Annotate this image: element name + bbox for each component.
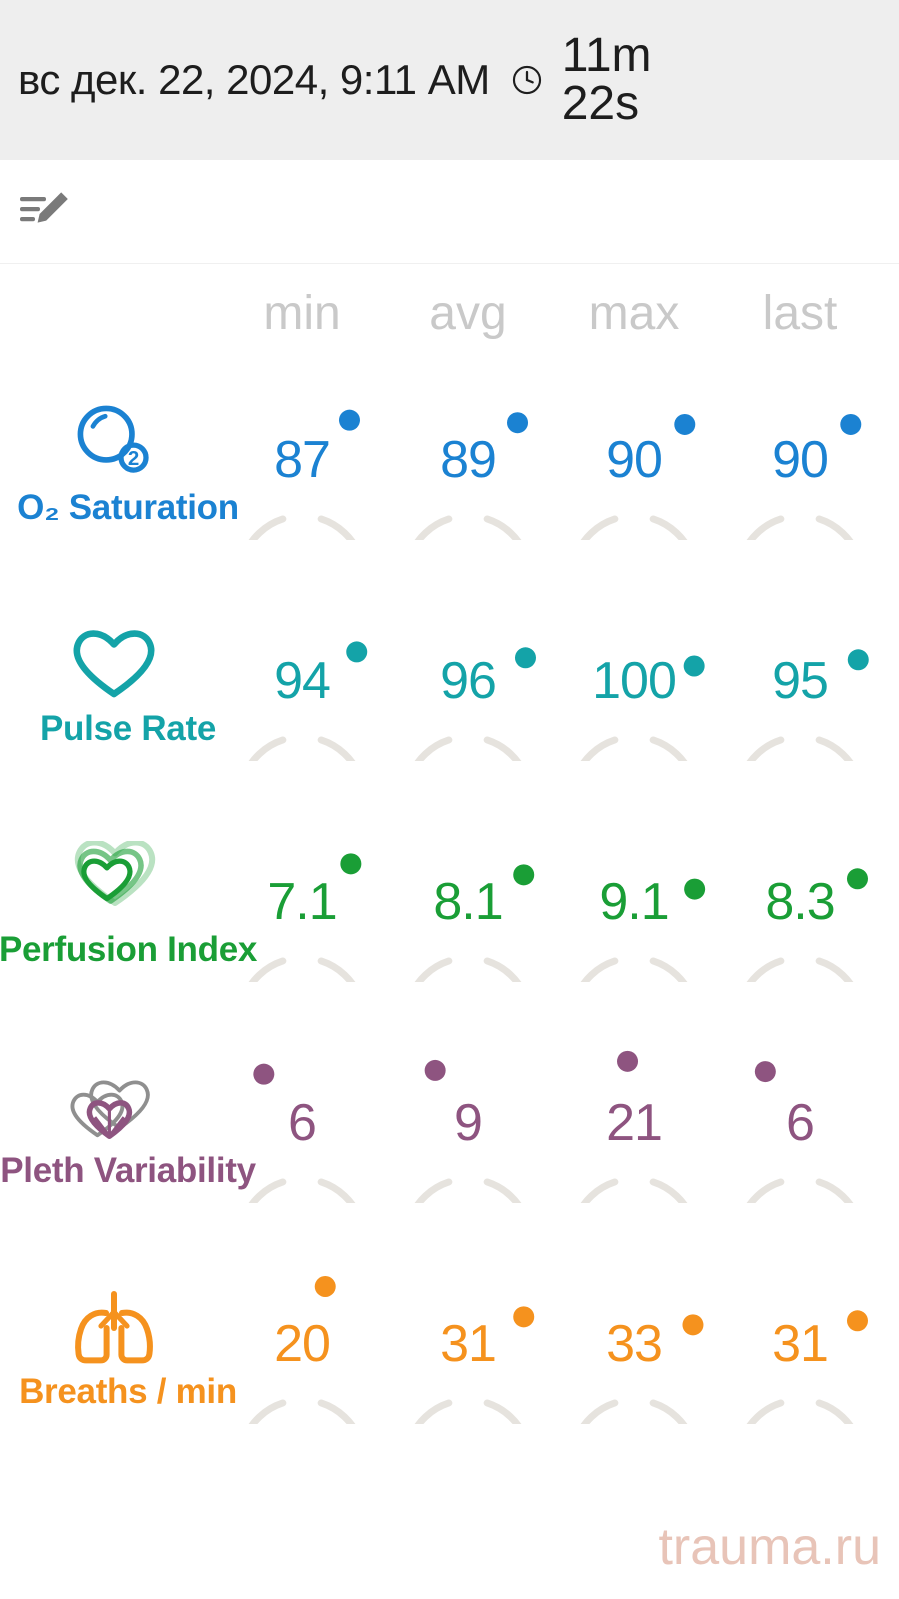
metric-gauge[interactable]: 94 [222,601,382,761]
metric-value: 100 [592,652,677,710]
metric-gauge[interactable]: 20 [222,1264,382,1424]
lungs-icon [68,1282,160,1368]
metric-value: 9.1 [599,873,669,931]
metric-value: 90 [772,431,829,489]
session-summary-screen: вс дек. 22, 2024, 9:11 AM 11m 22s min avg… [0,0,899,1599]
metric-value: 89 [440,431,497,489]
metric-gauge[interactable]: 21 [554,1043,714,1203]
column-header-min: min [263,287,341,340]
metric-gauge[interactable]: 89 [388,380,548,540]
session-duration: 11m 22s [561,29,652,130]
metric-value: 95 [772,652,829,710]
metric-value: 20 [274,1315,331,1373]
oxygen-molecule-icon: 2 [68,398,160,484]
metric-value: 6 [288,1094,317,1152]
column-header-last: last [762,287,838,340]
metric-gauge[interactable]: 100 [554,601,714,761]
watermark: trauma.ru [658,1518,881,1576]
metric-value: 94 [274,652,331,710]
metric-value: 8.1 [433,873,503,931]
metric-value: 7.1 [267,873,337,931]
metric-value: 87 [274,431,331,489]
metric-gauge[interactable]: 90 [720,380,880,540]
metric-row[interactable]: Perfusion Index 7.1 8.1 9.1 8.3 [0,802,899,1023]
metric-value: 90 [606,431,663,489]
session-note-row[interactable] [0,160,899,264]
column-header-max: max [588,287,680,340]
metric-value: 33 [606,1315,663,1373]
metric-value: 6 [786,1094,815,1152]
metric-value: 31 [772,1315,829,1373]
metric-rows-container: 2 O₂ Saturation 87 89 90 90 Pulse Rate 9… [0,360,899,1465]
triple-heart-icon [68,840,160,926]
metric-gauge[interactable]: 6 [720,1043,880,1203]
metric-gauge[interactable]: 96 [388,601,548,761]
column-header-avg: avg [429,287,507,340]
note-edit-icon[interactable] [18,189,74,235]
stats-column-headers: min avg max last [0,264,899,360]
metric-gauge[interactable]: 6 [222,1043,382,1203]
metric-gauge[interactable]: 7.1 [222,822,382,982]
metric-gauge[interactable]: 8.1 [388,822,548,982]
svg-text:2: 2 [128,447,139,470]
session-header: вс дек. 22, 2024, 9:11 AM 11m 22s [0,0,899,160]
metric-value: 8.3 [765,873,835,931]
double-heart-icon [68,1061,160,1147]
metric-gauge[interactable]: 87 [222,380,382,540]
metric-gauge[interactable]: 9 [388,1043,548,1203]
metric-value: 96 [440,652,497,710]
heart-outline-icon [68,619,160,705]
metric-gauge[interactable]: 31 [388,1264,548,1424]
metric-value: 9 [454,1094,483,1152]
metric-value: 31 [440,1315,497,1373]
metric-gauge[interactable]: 9.1 [554,822,714,982]
metric-gauge[interactable]: 8.3 [720,822,880,982]
metric-gauge[interactable]: 95 [720,601,880,761]
metric-row[interactable]: Pleth Variability 6 9 21 6 [0,1023,899,1244]
metric-row[interactable]: Breaths / min 20 31 33 31 [0,1244,899,1465]
vitals-stats-table: min avg max last 2 O₂ Saturation 87 89 90 9… [0,264,899,1465]
session-datetime: вс дек. 22, 2024, 9:11 AM [18,56,490,103]
metric-gauge[interactable]: 90 [554,380,714,540]
metric-value: 21 [606,1094,663,1152]
metric-gauge[interactable]: 33 [554,1264,714,1424]
metric-row[interactable]: 2 O₂ Saturation 87 89 90 90 [0,360,899,581]
clock-icon [510,63,544,97]
metric-gauge[interactable]: 31 [720,1264,880,1424]
metric-row[interactable]: Pulse Rate 94 96 100 95 [0,581,899,802]
